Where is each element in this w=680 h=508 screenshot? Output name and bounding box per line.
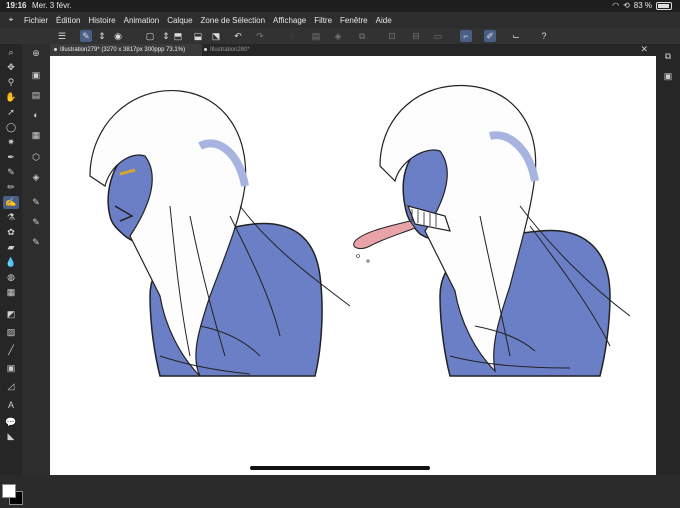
color-swatches[interactable] (2, 484, 26, 508)
menu-fenetre[interactable]: Fenêtre (340, 16, 368, 25)
help-icon[interactable]: ? (538, 30, 550, 42)
zoom-tool-icon[interactable]: ⌕ (3, 46, 19, 59)
ruler-snap-icon[interactable]: ⌐ (460, 30, 472, 42)
pattern-icon[interactable]: ▦ (3, 286, 19, 299)
layer-property-icon[interactable]: ▣ (29, 69, 43, 81)
panel-layer-icon[interactable]: ▣ (662, 70, 674, 82)
status-right: ◠ ⟲ 83 % (612, 0, 672, 12)
wifi-icon: ◠ (612, 1, 620, 10)
invert-selection-icon[interactable]: ⊟ (410, 30, 422, 42)
hamburger-menu-icon[interactable]: ☰ (56, 30, 68, 42)
correction-icon[interactable]: ◣ (3, 430, 19, 443)
subtool-palette: ⊕ ▣ ▤ ◐ ▦ ⬡ ◈ ✎ ✎ ✎ (22, 44, 50, 475)
clear-icon[interactable]: ◌ (286, 30, 298, 42)
canvas[interactable] (50, 56, 656, 475)
brush-tool-icon[interactable]: ✍ (3, 196, 19, 209)
line-icon[interactable]: ╱ (3, 344, 19, 357)
tab-label: Illustration280* (210, 47, 250, 53)
transform-icon[interactable]: ◈ (332, 30, 344, 42)
hand-icon[interactable]: ✋ (3, 91, 19, 104)
document-tabs: Illustration279* (3270 x 3817px 300ppp 7… (50, 44, 656, 56)
battery-percent: 83 % (633, 1, 652, 10)
view-icon[interactable]: ◉ (112, 30, 124, 42)
lasso-icon[interactable]: ◯ (3, 121, 19, 134)
magnifier-icon[interactable]: ⚲ (3, 76, 19, 89)
deselect-icon[interactable]: ⊡ (386, 30, 398, 42)
airbrush-icon[interactable]: ⚗ (3, 211, 19, 224)
panel-toggle-icon[interactable]: ⧉ (662, 50, 674, 62)
close-tab-icon[interactable]: ✕ (640, 44, 648, 55)
layer-icon[interactable]: ▤ (29, 89, 43, 101)
chart-icon[interactable]: ⌙ (510, 30, 522, 42)
color-set-icon[interactable]: ▦ (29, 129, 43, 141)
menu-calque[interactable]: Calque (167, 16, 192, 25)
fill-icon[interactable]: ▤ (310, 30, 322, 42)
main-color-swatch[interactable] (2, 484, 16, 498)
menu-aide[interactable]: Aide (376, 16, 392, 25)
chevron-updown-icon[interactable]: ⇕ (96, 30, 108, 42)
tab-illustration279[interactable]: Illustration279* (3270 x 3817px 300ppp 7… (50, 44, 202, 56)
gradient-icon[interactable]: ▨ (3, 326, 19, 339)
save-icon[interactable]: ⬓ (192, 30, 204, 42)
magic-wand-icon[interactable]: ✷ (3, 136, 19, 149)
tool-palette: ⌕ ✥ ⚲ ✋ ➚ ◯ ✷ ✒ ✎ ✏ ✍ ⚗ ✿ ▰ 💧 ◍ ▦ ◩ ▨ ╱ … (0, 44, 23, 505)
left-figure (89, 90, 351, 377)
material-icon[interactable]: ⬡ (29, 151, 43, 163)
frame-icon[interactable]: ▣ (3, 362, 19, 375)
menu-bar: ⌖ Fichier Édition Histoire Animation Cal… (0, 12, 680, 28)
eraser-icon[interactable]: ▰ (3, 241, 19, 254)
export-icon[interactable]: ⬔ (210, 30, 222, 42)
pen-snap-icon[interactable]: ✐ (484, 30, 496, 42)
menu-filtre[interactable]: Filtre (314, 16, 332, 25)
undo-icon[interactable]: ↶ (232, 30, 244, 42)
new-file-icon[interactable]: ▢ (144, 30, 156, 42)
tab-dot-icon (204, 47, 207, 51)
pen-tool-icon[interactable]: ✎ (3, 166, 19, 179)
command-bar: ☰ ✎ ⇕ ◉ ▢ ⇕ ⬒ ⬓ ⬔ ↶ ↷ ◌ ▤ ◈ ⧉ ⊡ ⊟ ▭ ⌐ ✐ … (0, 28, 680, 45)
eyedropper-icon[interactable]: ✒ (3, 151, 19, 164)
move-tool-icon[interactable]: ✥ (3, 61, 19, 74)
menu-edition[interactable]: Édition (56, 16, 80, 25)
chevron-updown-icon-2[interactable]: ⇕ (160, 30, 172, 42)
tab-illustration280[interactable]: Illustration280* (200, 44, 284, 56)
pencil-tool-icon[interactable]: ✏ (3, 181, 19, 194)
tab-dot-icon (54, 47, 57, 51)
right-figure (353, 84, 631, 377)
status-bar: 19:16 Mer. 3 févr. ◠ ⟲ 83 % (0, 0, 680, 12)
status-date: Mer. 3 févr. (32, 1, 72, 10)
redo-icon[interactable]: ↷ (254, 30, 266, 42)
blend-icon[interactable]: 💧 (3, 256, 19, 269)
menu-animation[interactable]: Animation (124, 16, 160, 25)
color-wheel-icon[interactable]: ◐ (29, 109, 43, 121)
pen-sub-icon-1[interactable]: ✎ (29, 196, 43, 208)
menu-zone-de-selection[interactable]: Zone de Sélection (201, 16, 266, 25)
pen-sub-icon-2[interactable]: ✎ (29, 216, 43, 228)
home-indicator (250, 466, 430, 470)
rotation-lock-icon: ⟲ (623, 1, 630, 10)
menu-histoire[interactable]: Histoire (88, 16, 115, 25)
open-icon[interactable]: ⬒ (172, 30, 184, 42)
menu-fichier[interactable]: Fichier (24, 16, 48, 25)
layer-stack-icon[interactable]: ◈ (29, 171, 43, 183)
crop-icon[interactable]: ▭ (432, 30, 444, 42)
status-time: 19:16 (6, 1, 27, 10)
battery-icon (656, 2, 672, 10)
decoration-icon[interactable]: ✿ (3, 226, 19, 239)
copy-icon[interactable]: ⧉ (356, 30, 368, 42)
navigator-icon[interactable]: ⊕ (29, 47, 43, 59)
tab-label: Illustration279* (3270 x 3817px 300ppp 7… (60, 47, 186, 53)
text-tool-icon[interactable]: A (3, 398, 19, 411)
menu-affichage[interactable]: Affichage (273, 16, 306, 25)
brush-size-icon[interactable]: ✎ (80, 30, 92, 42)
artwork (89, 84, 631, 377)
right-panel: ⧉ ▣ (656, 44, 680, 475)
balloon-icon[interactable]: 💬 (3, 416, 19, 429)
bucket-icon[interactable]: ◩ (3, 308, 19, 321)
operation-icon[interactable]: ➚ (3, 106, 19, 119)
pin-icon[interactable]: ⌖ (6, 15, 16, 25)
ruler-icon[interactable]: ◿ (3, 380, 19, 393)
fill-tool-icon[interactable]: ◍ (3, 271, 19, 284)
pen-sub-icon-3[interactable]: ✎ (29, 236, 43, 248)
